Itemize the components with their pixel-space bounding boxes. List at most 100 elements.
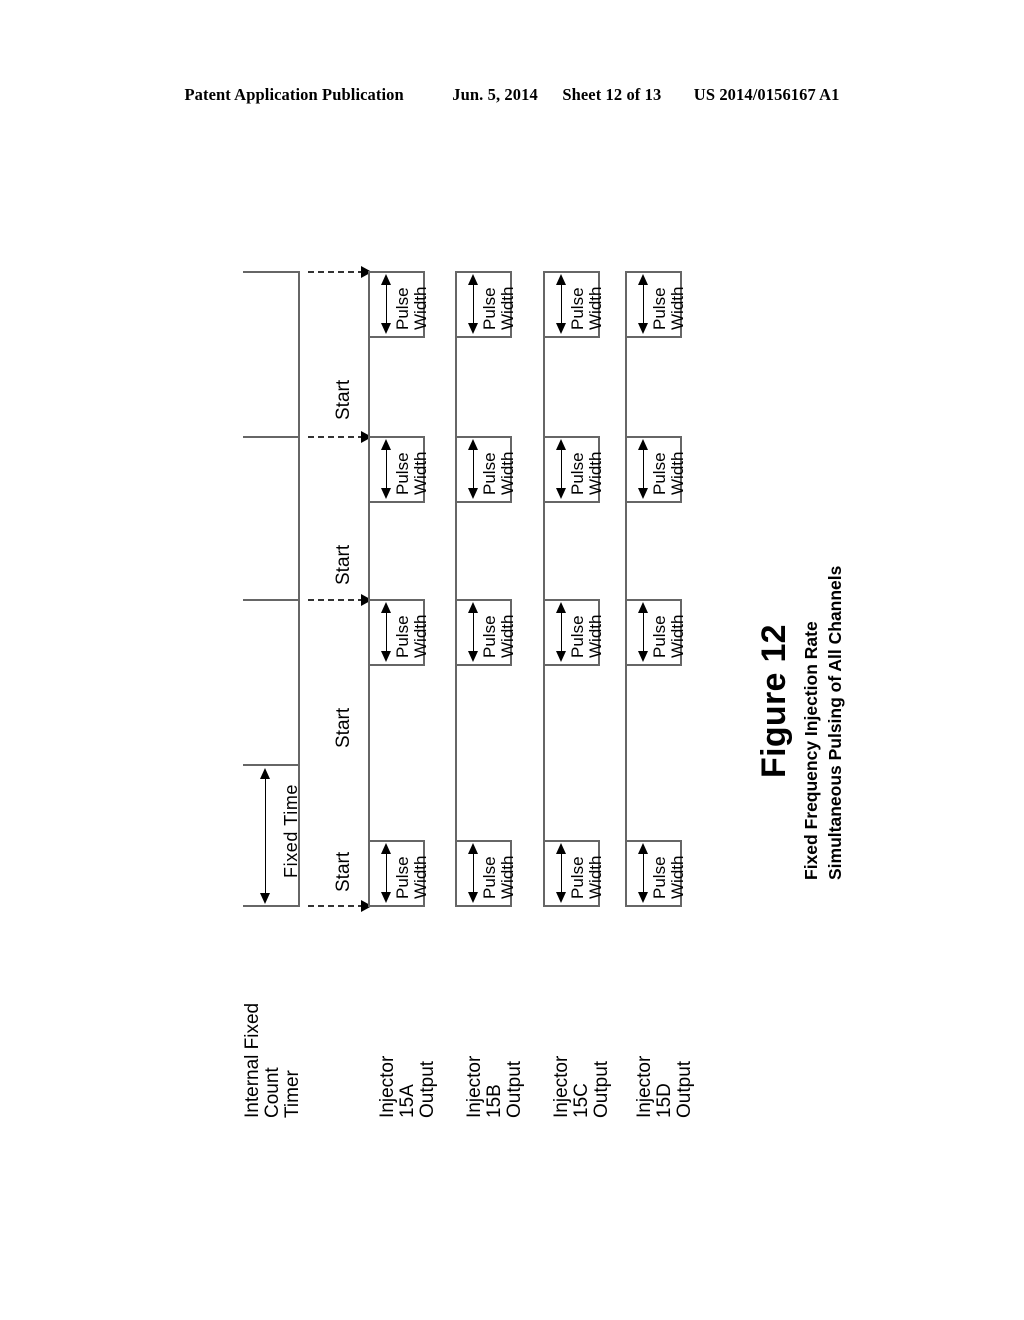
pulse-width-stem bbox=[472, 613, 475, 655]
start-label: Start bbox=[333, 851, 354, 892]
pulse-rising-edge bbox=[455, 599, 512, 601]
pulse-rising-edge bbox=[368, 840, 425, 842]
pulse-falling-edge bbox=[368, 336, 425, 338]
pulse-falling-edge bbox=[368, 501, 425, 503]
pulse-width-arrow-down-icon bbox=[468, 892, 478, 903]
pulse-falling-edge bbox=[625, 664, 682, 666]
pulse-width-arrow-down-icon bbox=[381, 323, 391, 334]
row-label-injector-15d: Injector 15D Output bbox=[634, 1055, 695, 1118]
pulse-width-label: Pulse Width bbox=[393, 286, 430, 330]
start-label: Start bbox=[333, 707, 354, 748]
pulse-width-label: Pulse Width bbox=[393, 451, 430, 495]
pulse-rising-edge bbox=[368, 271, 425, 273]
timer-tick bbox=[243, 905, 300, 907]
fixed-time-stem bbox=[264, 779, 267, 897]
pulse-width-arrow-up-icon bbox=[556, 439, 566, 450]
pulse-width-arrow-down-icon bbox=[468, 651, 478, 662]
pulse-width-stem bbox=[472, 450, 475, 492]
pulse-width-label: Pulse Width bbox=[650, 451, 687, 495]
pulse-width-label: Pulse Width bbox=[480, 286, 517, 330]
pulse-rising-edge bbox=[625, 271, 682, 273]
pulse-rising-edge bbox=[368, 599, 425, 601]
pulse-rising-edge bbox=[455, 436, 512, 438]
start-dashed-line bbox=[308, 436, 364, 438]
pulse-falling-edge bbox=[455, 905, 512, 907]
pulse-rising-edge bbox=[543, 599, 600, 601]
pulse-rising-edge bbox=[625, 840, 682, 842]
pulse-width-stem bbox=[560, 450, 563, 492]
pulse-width-stem bbox=[642, 285, 645, 327]
row-label-injector-15a: Injector 15A Output bbox=[377, 1055, 438, 1118]
pulse-width-label: Pulse Width bbox=[568, 614, 605, 658]
pulse-falling-edge bbox=[543, 905, 600, 907]
pulse-width-arrow-down-icon bbox=[381, 488, 391, 499]
timer-tick bbox=[243, 436, 300, 438]
figure-caption-title: Figure 12 bbox=[755, 624, 793, 778]
pulse-width-label: Pulse Width bbox=[393, 855, 430, 899]
start-label: Start bbox=[333, 544, 354, 585]
pulse-falling-edge bbox=[625, 336, 682, 338]
pulse-width-label: Pulse Width bbox=[568, 855, 605, 899]
pulse-falling-edge bbox=[625, 905, 682, 907]
pulse-falling-edge bbox=[543, 501, 600, 503]
pulse-width-arrow-up-icon bbox=[381, 274, 391, 285]
pulse-width-arrow-up-icon bbox=[638, 602, 648, 613]
timing-diagram: Fixed Time Start Start Start Start Pulse… bbox=[0, 0, 1024, 1320]
pulse-width-arrow-up-icon bbox=[468, 843, 478, 854]
figure-caption-subtitle: Fixed Frequency Injection Rate Simultane… bbox=[801, 565, 845, 880]
pulse-width-label: Pulse Width bbox=[568, 451, 605, 495]
pulse-width-arrow-down-icon bbox=[556, 323, 566, 334]
pulse-width-arrow-down-icon bbox=[638, 651, 648, 662]
pulse-width-label: Pulse Width bbox=[650, 614, 687, 658]
start-label: Start bbox=[333, 379, 354, 420]
pulse-width-arrow-up-icon bbox=[381, 439, 391, 450]
injector-baseline bbox=[368, 271, 370, 907]
pulse-rising-edge bbox=[625, 436, 682, 438]
pulse-width-stem bbox=[385, 285, 388, 327]
pulse-width-arrow-up-icon bbox=[638, 439, 648, 450]
timer-tick bbox=[243, 271, 300, 273]
pulse-width-stem bbox=[560, 854, 563, 896]
pulse-falling-edge bbox=[543, 664, 600, 666]
injector-baseline bbox=[625, 271, 627, 907]
pulse-width-label: Pulse Width bbox=[480, 614, 517, 658]
pulse-width-label: Pulse Width bbox=[393, 614, 430, 658]
timer-tick bbox=[243, 764, 300, 766]
pulse-width-arrow-down-icon bbox=[468, 488, 478, 499]
pulse-width-arrow-up-icon bbox=[638, 843, 648, 854]
pulse-width-stem bbox=[472, 854, 475, 896]
pulse-width-arrow-up-icon bbox=[381, 602, 391, 613]
pulse-width-label: Pulse Width bbox=[650, 286, 687, 330]
pulse-width-arrow-down-icon bbox=[381, 651, 391, 662]
row-label-timer: Internal Fixed Count Timer bbox=[242, 1002, 303, 1118]
pulse-rising-edge bbox=[543, 271, 600, 273]
pulse-width-arrow-up-icon bbox=[468, 602, 478, 613]
pulse-rising-edge bbox=[543, 436, 600, 438]
pulse-falling-edge bbox=[625, 501, 682, 503]
timer-tick bbox=[243, 599, 300, 601]
pulse-falling-edge bbox=[368, 905, 425, 907]
pulse-rising-edge bbox=[543, 840, 600, 842]
injector-baseline bbox=[543, 271, 545, 907]
pulse-width-stem bbox=[642, 854, 645, 896]
injector-baseline bbox=[455, 271, 457, 907]
pulse-width-stem bbox=[642, 450, 645, 492]
pulse-rising-edge bbox=[455, 840, 512, 842]
pulse-falling-edge bbox=[455, 664, 512, 666]
pulse-width-stem bbox=[560, 285, 563, 327]
pulse-rising-edge bbox=[455, 271, 512, 273]
pulse-width-arrow-down-icon bbox=[638, 488, 648, 499]
pulse-width-arrow-up-icon bbox=[468, 439, 478, 450]
pulse-width-arrow-up-icon bbox=[556, 843, 566, 854]
pulse-width-arrow-down-icon bbox=[381, 892, 391, 903]
pulse-width-label: Pulse Width bbox=[480, 855, 517, 899]
pulse-width-arrow-down-icon bbox=[468, 323, 478, 334]
pulse-width-stem bbox=[472, 285, 475, 327]
pulse-width-arrow-up-icon bbox=[638, 274, 648, 285]
pulse-falling-edge bbox=[455, 336, 512, 338]
fixed-time-arrow-up-icon bbox=[260, 768, 270, 779]
pulse-falling-edge bbox=[543, 336, 600, 338]
fixed-time-label: Fixed Time bbox=[281, 783, 301, 878]
pulse-width-arrow-down-icon bbox=[556, 651, 566, 662]
pulse-rising-edge bbox=[625, 599, 682, 601]
